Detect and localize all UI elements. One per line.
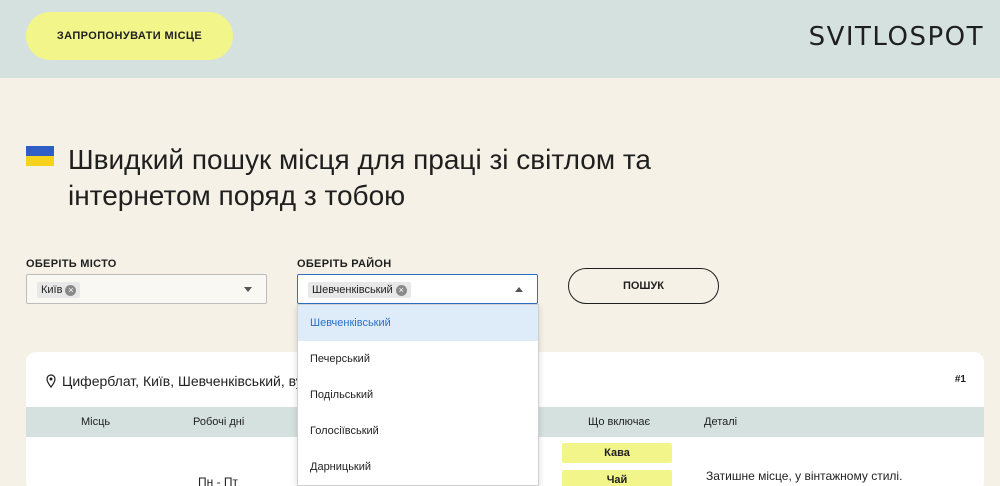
district-option-darnytskyi[interactable]: Дарницький (298, 449, 538, 485)
column-details: Деталі (704, 416, 738, 428)
top-bar: ЗАПРОПОНУВАТИ МІСЦЕ SVITLOSPOT (0, 0, 1000, 78)
district-option-shevchenkivskyi[interactable]: Шевченківський (298, 305, 538, 341)
include-tag-coffee: Кава (562, 443, 672, 463)
place-address[interactable]: Циферблат, Київ, Шевченківський, ву (62, 373, 332, 389)
clear-district-icon[interactable]: × (395, 284, 407, 296)
page-title: Швидкий пошук місця для праці зі світлом… (68, 142, 768, 214)
district-option-pecherskyi[interactable]: Печерський (298, 341, 538, 377)
district-select[interactable]: Шевченківський × (297, 274, 538, 304)
page-title-line-1: Швидкий пошук місця для праці зі світлом… (68, 144, 651, 175)
search-button[interactable]: ПОШУК (568, 268, 719, 304)
city-chip: Київ × (37, 282, 81, 298)
location-pin-icon (46, 374, 56, 388)
site-logo[interactable]: SVITLOSPOT (809, 22, 984, 52)
page-title-line-2: інтернетом поряд з тобою (68, 180, 406, 211)
place-number: #1 (954, 374, 966, 385)
district-chip-label: Шевченківський (312, 284, 393, 296)
city-select[interactable]: Київ × (26, 274, 267, 304)
city-chip-label: Київ (41, 284, 63, 296)
chevron-down-icon[interactable] (244, 287, 252, 292)
city-label: ОБЕРІТЬ МІСТО (26, 258, 117, 270)
district-dropdown-menu: Шевченківський Печерський Подільський Го… (297, 304, 539, 486)
column-seats: Місць (81, 416, 111, 428)
workdays-cell: Пн - Пт (198, 475, 239, 486)
district-option-holosiivskyi[interactable]: Голосіївський (298, 413, 538, 449)
ukraine-flag-icon (26, 146, 54, 166)
include-tag-tea: Чай (562, 470, 672, 486)
suggest-place-button[interactable]: ЗАПРОПОНУВАТИ МІСЦЕ (26, 12, 233, 60)
district-option-podilskyi[interactable]: Подільський (298, 377, 538, 413)
chevron-up-icon[interactable] (515, 287, 523, 292)
column-includes: Що включає (588, 416, 651, 428)
clear-city-icon[interactable]: × (65, 284, 77, 296)
details-cell: Затишне місце, у вінтажному стилі. (706, 469, 903, 483)
column-workdays: Робочі дні (193, 416, 245, 428)
district-chip: Шевченківський × (308, 282, 411, 298)
district-label: ОБЕРІТЬ РАЙОН (297, 258, 392, 270)
